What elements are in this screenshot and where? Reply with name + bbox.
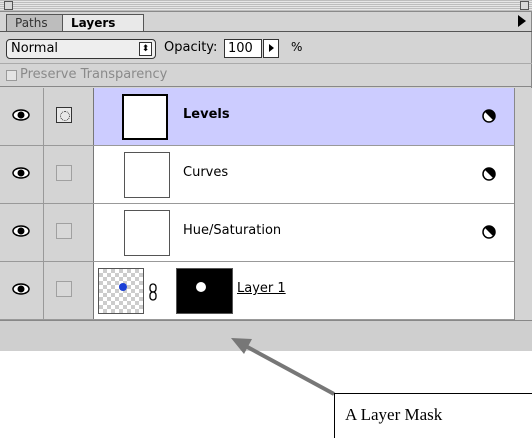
blend-options-row: Normal ⬍ Opacity: 100 % (0, 35, 532, 59)
layer-thumbnail (124, 152, 170, 198)
eye-icon (12, 167, 30, 179)
opacity-slider-button[interactable] (263, 39, 279, 58)
layer-mask-indicator-icon (56, 165, 72, 181)
palette-tabs: Paths Layers (0, 12, 532, 31)
layer-name[interactable]: Layer 1 (237, 281, 286, 296)
opacity-percent: % (291, 40, 303, 54)
mask-link-cell[interactable] (44, 204, 94, 261)
palette-titlebar[interactable] (0, 0, 532, 12)
blend-mode-stepper-icon[interactable]: ⬍ (139, 42, 152, 56)
adjustment-layer-icon (482, 109, 496, 123)
layer-mask-indicator-icon (56, 223, 72, 239)
callout-box: A Layer Mask (334, 393, 532, 438)
layer-mask-indicator-icon (56, 281, 72, 297)
layer-thumbnail (124, 210, 170, 256)
layers-scrollbar[interactable] (514, 88, 532, 320)
mask-link-cell[interactable] (44, 262, 94, 319)
eye-icon (12, 283, 30, 295)
callout-label: A Layer Mask (345, 405, 443, 424)
layer-row-curves[interactable]: Curves (0, 146, 514, 204)
adjustment-layer-icon (482, 167, 496, 181)
layer-name[interactable]: Hue/Saturation (183, 223, 281, 238)
layer-content-dot (119, 283, 127, 291)
visibility-toggle[interactable] (0, 262, 44, 319)
layer-mask-indicator-icon (56, 107, 72, 123)
adjustment-layer-icon (482, 225, 496, 239)
layer-name[interactable]: Levels (183, 107, 230, 122)
mask-content-dot (196, 282, 206, 292)
eye-icon (12, 225, 30, 237)
layers-list: Levels Curves Hue/Saturation Layer 1 (0, 88, 514, 320)
layer-thumbnail[interactable] (98, 268, 144, 314)
tab-paths[interactable]: Paths (6, 14, 66, 31)
zoom-box-icon[interactable] (520, 1, 529, 10)
layer-row-layer-1[interactable]: Layer 1 (0, 262, 514, 320)
opacity-label: Opacity: (164, 40, 218, 55)
preserve-transparency-row: Preserve Transparency (0, 63, 532, 87)
close-box-icon[interactable] (4, 1, 13, 10)
preserve-transparency-label: Preserve Transparency (20, 67, 168, 82)
blend-mode-select[interactable]: Normal ⬍ (6, 39, 156, 59)
layer-name[interactable]: Curves (183, 165, 228, 180)
opacity-input[interactable]: 100 (224, 39, 262, 58)
layer-row-hue-saturation[interactable]: Hue/Saturation (0, 204, 514, 262)
panel-menu-arrow-icon[interactable] (518, 15, 526, 27)
visibility-toggle[interactable] (0, 146, 44, 203)
mask-link-cell[interactable] (44, 146, 94, 203)
palette-bottom-bar (0, 320, 532, 351)
layer-mask-thumbnail[interactable] (176, 268, 233, 314)
layer-thumbnail (122, 94, 168, 140)
blend-mode-value: Normal (11, 41, 59, 56)
visibility-toggle[interactable] (0, 204, 44, 261)
chain-link-icon[interactable] (148, 283, 158, 301)
tab-layers[interactable]: Layers (62, 14, 144, 31)
eye-icon (12, 109, 30, 121)
visibility-toggle[interactable] (0, 88, 44, 145)
layers-palette: Paths Layers Normal ⬍ Opacity: 100 % Pre… (0, 0, 532, 351)
tab-divider (0, 31, 532, 32)
mask-link-cell[interactable] (44, 88, 94, 145)
layer-row-levels[interactable]: Levels (0, 88, 514, 146)
preserve-transparency-checkbox[interactable] (6, 70, 17, 81)
